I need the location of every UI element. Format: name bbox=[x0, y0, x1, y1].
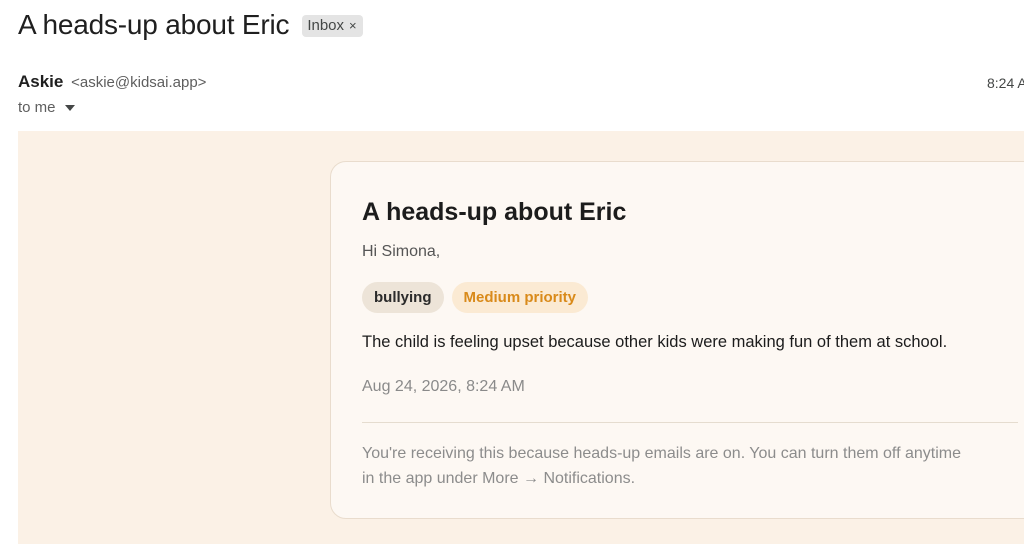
greeting: Hi Simona, bbox=[362, 243, 441, 260]
priority-tag: Medium priority bbox=[451, 282, 589, 313]
tag-list: bullying Medium priority bbox=[362, 282, 589, 313]
footer-line-2: in the app under More → Notifications. bbox=[362, 470, 636, 487]
topic-tag: bullying bbox=[362, 282, 444, 313]
footer-line-1: You're receiving this because heads-up e… bbox=[362, 445, 961, 462]
subject-row: A heads-up about Eric Inbox × bbox=[18, 9, 363, 41]
recipient-row[interactable]: to me bbox=[18, 99, 75, 116]
inbox-label-text: Inbox bbox=[307, 17, 345, 34]
email-subject: A heads-up about Eric bbox=[18, 9, 290, 40]
sender-name[interactable]: Askie bbox=[18, 72, 63, 91]
card-title: A heads-up about Eric bbox=[362, 198, 627, 226]
alert-message: The child is feeling upset because other… bbox=[362, 333, 948, 351]
sender-email: <askie@kidsai.app> bbox=[71, 74, 207, 91]
card-footer: You're receiving this because heads-up e… bbox=[362, 441, 1024, 491]
card-divider bbox=[362, 422, 1018, 423]
email-time: 8:24 A bbox=[987, 75, 1024, 91]
sender-row: Askie <askie@kidsai.app> bbox=[18, 72, 206, 92]
alert-timestamp: Aug 24, 2026, 8:24 AM bbox=[362, 378, 525, 395]
email-body: A heads-up about Eric Hi Simona, bullyin… bbox=[18, 131, 1024, 544]
recipient-text: to me bbox=[18, 99, 56, 116]
show-details-caret-icon[interactable] bbox=[64, 105, 75, 111]
inbox-label-chip[interactable]: Inbox × bbox=[302, 15, 363, 37]
notification-card: A heads-up about Eric Hi Simona, bullyin… bbox=[330, 161, 1024, 519]
remove-label-icon[interactable]: × bbox=[349, 18, 357, 33]
